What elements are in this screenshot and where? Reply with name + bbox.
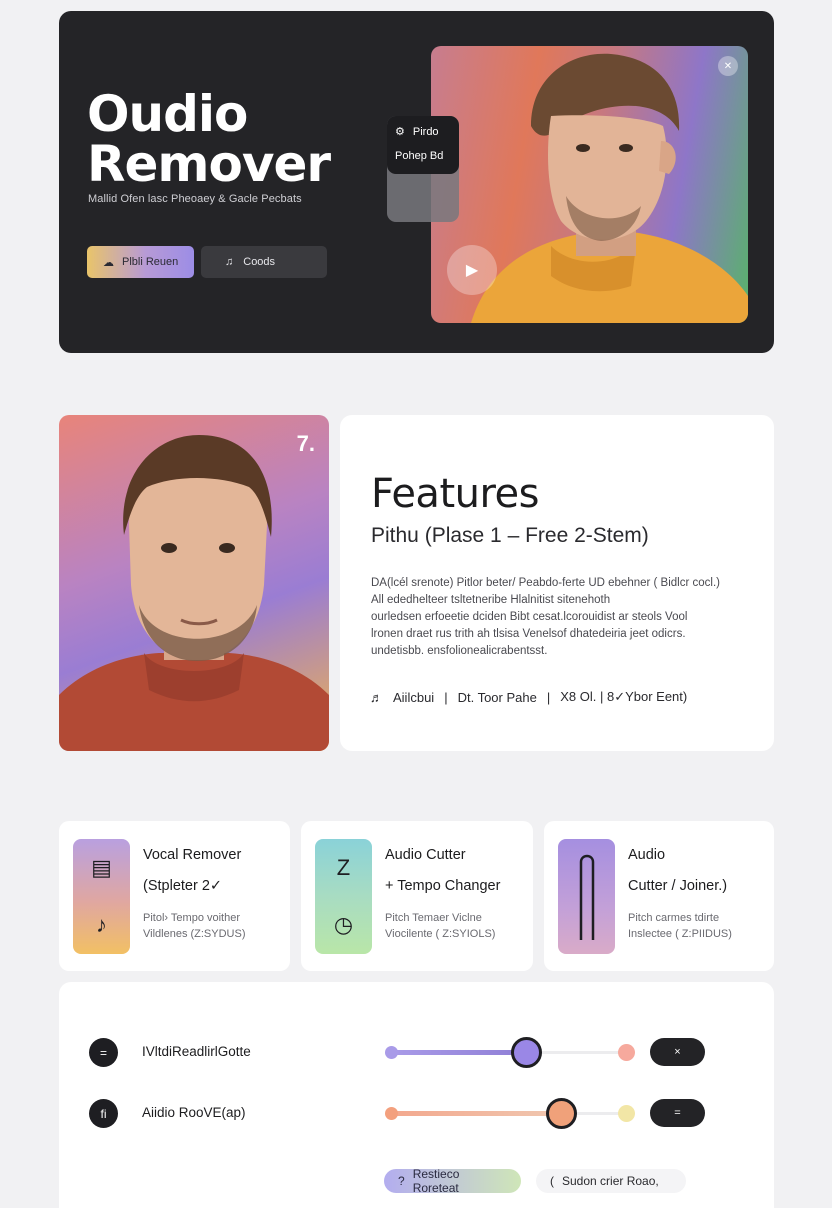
features-title: Features <box>371 471 540 517</box>
slider-handle[interactable] <box>511 1037 542 1068</box>
features-body-line: undetisbb. ensfolionealicrabentsst. <box>371 645 548 657</box>
preset-chip-label: Restieco Roreteat <box>412 1167 460 1195</box>
features-tags: ♬ Aiilcbui | Dt. Toor Pahe | X8 Ol. | 8✓… <box>370 689 687 705</box>
tool-thumbnail: ▤ ♪ <box>73 839 130 954</box>
slider-fill <box>391 1050 526 1055</box>
play-icon[interactable]: ▶ <box>447 245 497 295</box>
music-note-icon: ♪ <box>96 912 107 938</box>
gear-icon: ⚙ <box>395 126 405 138</box>
menu-button[interactable]: = <box>650 1099 705 1127</box>
features-body-line: lronen draet rus trith ah tlsisa Venelso… <box>371 628 686 640</box>
tool-card-vocal-remover[interactable]: ▤ ♪ Vocal Remover (Stpleter 2✓ Pitol› Te… <box>59 821 290 971</box>
features-body-line: DA(lcél srenote) Pitlor beter/ Peabdo-fe… <box>371 577 720 589</box>
slider-start-dot <box>385 1107 398 1120</box>
hero-title-line2: Remover <box>87 135 331 193</box>
document-icon: ▤ <box>91 854 112 880</box>
primary-cta-label: Plbli Reuen <box>122 256 179 268</box>
tool-title: Audio <box>628 847 666 863</box>
tool-title: Audio Cutter <box>385 847 466 863</box>
control-label: Aiidio RooVE(ap) <box>142 1105 246 1120</box>
slider-fill <box>391 1111 561 1116</box>
features-tag: X8 Ol. | 8✓Ybor Eent) <box>560 689 688 704</box>
features-tag: Aiilcbui <box>393 689 435 705</box>
music-note-icon: ♫ <box>225 256 234 268</box>
tool-subtitle: Cutter / Joiner.) <box>628 878 728 894</box>
features-card: Features Pithu (Plase 1 – Free 2-Stem) D… <box>340 415 774 751</box>
secondary-cta-button[interactable]: ♫ Coods <box>201 246 327 278</box>
slider-end-dot <box>618 1044 635 1061</box>
zigzag-icon: Z <box>336 854 351 880</box>
features-tag: Dt. Toor Pahe <box>457 689 537 705</box>
floating-menu[interactable]: ⚙ Pirdo Pohep Bd <box>387 116 459 174</box>
tool-description-line: Viocilente ( Z:SYIOLS) <box>385 928 496 940</box>
tool-description: Pitol› Tempo voither Vildlenes (Z:SYDUS) <box>143 910 283 942</box>
hero-title: Oudio Remover <box>87 85 331 193</box>
tool-title: Vocal Remover <box>143 847 242 863</box>
tool-subtitle: + Tempo Changer <box>385 878 501 894</box>
divider: | <box>546 689 551 705</box>
man-portrait-illustration <box>59 435 329 751</box>
hero-title-line1: Oudio <box>87 85 248 143</box>
cloud-icon: ☁ <box>103 256 114 269</box>
tool-description-line: Vildlenes (Z:SYDUS) <box>143 928 246 940</box>
vocal-slider[interactable] <box>385 1032 635 1072</box>
loop-icon: ? <box>398 1174 405 1188</box>
slider-end-dot <box>618 1105 635 1122</box>
slider-handle[interactable] <box>546 1098 577 1129</box>
tool-card-audio-joiner[interactable]: Audio Cutter / Joiner.) Pitch carmes tdi… <box>544 821 774 971</box>
tool-description-line: Pitch carmes tdirte <box>628 912 720 924</box>
equals-icon: = <box>89 1038 118 1067</box>
suggestion-chip-label: Sudon crier Roao, <box>562 1174 659 1188</box>
arc-icon: ( <box>550 1174 554 1188</box>
hero-portrait-image: ✕ ▶ <box>431 46 748 323</box>
audio-slider[interactable] <box>385 1093 635 1133</box>
features-body: DA(lcél srenote) Pitlor beter/ Peabdo-fe… <box>371 575 751 660</box>
tool-description: Pitch carmes tdirte Inslectee ( Z:PIIDUS… <box>628 910 768 942</box>
primary-cta-button[interactable]: ☁ Plbli Reuen <box>87 246 194 278</box>
tool-description-line: Pitol› Tempo voither <box>143 912 241 924</box>
timer-icon: ◷ <box>333 912 354 938</box>
tool-subtitle: (Stpleter 2✓ <box>143 878 223 894</box>
features-portrait-image: 7. <box>59 415 329 751</box>
control-row: fi Aiidio RooVE(ap) = <box>59 1093 774 1133</box>
features-body-line: All ededhelteer tsltetneribe Hlalnitist … <box>371 594 611 606</box>
brand-logo-icon: 7. <box>296 431 315 456</box>
tool-description-line: Pitch Temaer Viclne <box>385 912 482 924</box>
features-subtitle: Pithu (Plase 1 – Free 2-Stem) <box>371 524 649 547</box>
hero-banner: Oudio Remover Mallid Ofen lasc Pheoaey &… <box>59 11 774 353</box>
music-sheet-icon: ♬ <box>370 689 383 705</box>
info-icon: fi <box>89 1099 118 1128</box>
secondary-cta-label: Coods <box>243 256 276 268</box>
tool-description: Pitch Temaer Viclne Viocilente ( Z:SYIOL… <box>385 910 525 942</box>
hero-subtitle: Mallid Ofen lasc Pheoaey & Gacle Pecbats <box>88 193 302 205</box>
features-body-line: ourledsen erfoeetie dciden Bibt cesat.lc… <box>371 611 688 623</box>
preset-chip[interactable]: ? Restieco Roreteat <box>384 1167 521 1195</box>
floating-menu-sublabel: Pohep Bd <box>395 150 444 162</box>
tool-thumbnail <box>558 839 615 954</box>
tool-card-audio-cutter[interactable]: Z ◷ Audio Cutter + Tempo Changer Pitch T… <box>301 821 533 971</box>
divider: | <box>444 689 448 705</box>
slider-start-dot <box>385 1046 398 1059</box>
floating-menu-label: Pirdo <box>412 125 439 138</box>
close-icon[interactable]: ✕ <box>718 56 738 76</box>
tool-description-line: Inslectee ( Z:PIIDUS) <box>628 928 732 940</box>
loop-icon <box>579 854 594 940</box>
tool-thumbnail: Z ◷ <box>315 839 372 954</box>
control-row: = IVltdiReadlirlGotte × <box>59 1032 774 1072</box>
controls-panel: = IVltdiReadlirlGotte × fi Aiidio RooVE(… <box>59 982 774 1208</box>
control-label: IVltdiReadlirlGotte <box>142 1044 251 1059</box>
close-button[interactable]: × <box>650 1038 705 1066</box>
suggestion-chip[interactable]: ( Sudon crier Roao, <box>536 1169 686 1193</box>
